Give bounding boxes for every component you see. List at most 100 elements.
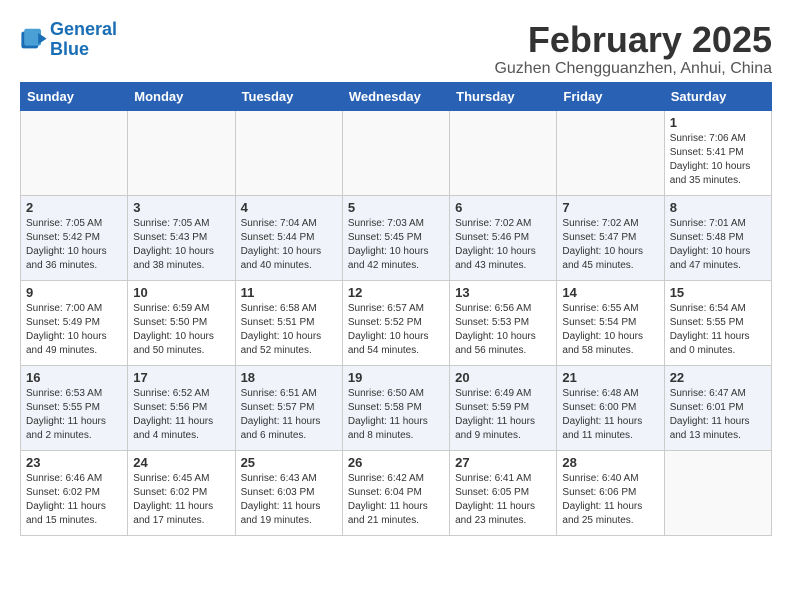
day-number: 25 xyxy=(241,455,337,470)
day-number: 14 xyxy=(562,285,658,300)
day-cell xyxy=(235,110,342,195)
day-info: Sunrise: 6:56 AM Sunset: 5:53 PM Dayligh… xyxy=(455,302,551,358)
day-number: 21 xyxy=(562,370,658,385)
day-cell: 13 Sunrise: 6:56 AM Sunset: 5:53 PM Dayli… xyxy=(450,280,557,365)
day-info: Sunrise: 7:05 AM Sunset: 5:42 PM Dayligh… xyxy=(26,217,122,273)
day-cell: 25 Sunrise: 6:43 AM Sunset: 6:03 PM Dayli… xyxy=(235,450,342,535)
day-info: Sunrise: 7:00 AM Sunset: 5:49 PM Dayligh… xyxy=(26,302,122,358)
header: General Blue February 2025 Guzhen Chengg… xyxy=(20,20,772,78)
day-info: Sunrise: 7:01 AM Sunset: 5:48 PM Dayligh… xyxy=(670,217,766,273)
day-cell: 14 Sunrise: 6:55 AM Sunset: 5:54 PM Dayli… xyxy=(557,280,664,365)
day-number: 18 xyxy=(241,370,337,385)
day-cell xyxy=(450,110,557,195)
day-info: Sunrise: 7:04 AM Sunset: 5:44 PM Dayligh… xyxy=(241,217,337,273)
day-number: 17 xyxy=(133,370,229,385)
day-cell: 18 Sunrise: 6:51 AM Sunset: 5:57 PM Dayli… xyxy=(235,365,342,450)
day-info: Sunrise: 6:57 AM Sunset: 5:52 PM Dayligh… xyxy=(348,302,444,358)
week-row-3: 9Sunrise: 7:00 AM Sunset: 5:49 PM Daylig… xyxy=(21,280,772,365)
day-info: Sunrise: 6:48 AM Sunset: 6:00 PM Dayligh… xyxy=(562,387,658,443)
day-cell: 10 Sunrise: 6:59 AM Sunset: 5:50 PM Dayli… xyxy=(128,280,235,365)
day-number: 2 xyxy=(26,200,122,215)
day-number: 24 xyxy=(133,455,229,470)
day-info: Sunrise: 6:59 AM Sunset: 5:50 PM Dayligh… xyxy=(133,302,229,358)
title-area: February 2025 Guzhen Chengguanzhen, Anhu… xyxy=(494,20,772,78)
day-number: 28 xyxy=(562,455,658,470)
day-cell: 22 Sunrise: 6:47 AM Sunset: 6:01 PM Dayli… xyxy=(664,365,771,450)
day-number: 4 xyxy=(241,200,337,215)
day-number: 19 xyxy=(348,370,444,385)
col-header-thursday: Thursday xyxy=(450,82,557,110)
day-info: Sunrise: 6:41 AM Sunset: 6:05 PM Dayligh… xyxy=(455,472,551,528)
logo-icon xyxy=(20,26,48,54)
day-cell: 27 Sunrise: 6:41 AM Sunset: 6:05 PM Dayli… xyxy=(450,450,557,535)
day-info: Sunrise: 6:47 AM Sunset: 6:01 PM Dayligh… xyxy=(670,387,766,443)
col-header-saturday: Saturday xyxy=(664,82,771,110)
day-number: 6 xyxy=(455,200,551,215)
day-cell: 11Sunrise: 6:58 AM Sunset: 5:51 PM Dayli… xyxy=(235,280,342,365)
logo-blue: Blue xyxy=(50,39,89,59)
week-row-4: 16 Sunrise: 6:53 AM Sunset: 5:55 PM Dayli… xyxy=(21,365,772,450)
day-number: 10 xyxy=(133,285,229,300)
day-cell: 15Sunrise: 6:54 AM Sunset: 5:55 PM Dayli… xyxy=(664,280,771,365)
day-cell xyxy=(557,110,664,195)
day-cell: 26 Sunrise: 6:42 AM Sunset: 6:04 PM Dayli… xyxy=(342,450,449,535)
day-info: Sunrise: 7:02 AM Sunset: 5:46 PM Dayligh… xyxy=(455,217,551,273)
col-header-tuesday: Tuesday xyxy=(235,82,342,110)
day-cell: 17 Sunrise: 6:52 AM Sunset: 5:56 PM Dayli… xyxy=(128,365,235,450)
day-info: Sunrise: 6:43 AM Sunset: 6:03 PM Dayligh… xyxy=(241,472,337,528)
day-info: Sunrise: 6:45 AM Sunset: 6:02 PM Dayligh… xyxy=(133,472,229,528)
day-info: Sunrise: 7:05 AM Sunset: 5:43 PM Dayligh… xyxy=(133,217,229,273)
day-cell: 6 Sunrise: 7:02 AM Sunset: 5:46 PM Daylig… xyxy=(450,195,557,280)
calendar-subtitle: Guzhen Chengguanzhen, Anhui, China xyxy=(494,60,772,78)
day-cell: 2 Sunrise: 7:05 AM Sunset: 5:42 PM Daylig… xyxy=(21,195,128,280)
col-header-monday: Monday xyxy=(128,82,235,110)
day-cell: 9Sunrise: 7:00 AM Sunset: 5:49 PM Daylig… xyxy=(21,280,128,365)
day-number: 27 xyxy=(455,455,551,470)
col-header-wednesday: Wednesday xyxy=(342,82,449,110)
day-cell: 21 Sunrise: 6:48 AM Sunset: 6:00 PM Dayli… xyxy=(557,365,664,450)
day-number: 8 xyxy=(670,200,766,215)
day-number: 23 xyxy=(26,455,122,470)
week-row-5: 23 Sunrise: 6:46 AM Sunset: 6:02 PM Dayli… xyxy=(21,450,772,535)
day-info: Sunrise: 7:02 AM Sunset: 5:47 PM Dayligh… xyxy=(562,217,658,273)
calendar-title: February 2025 xyxy=(494,20,772,60)
day-info: Sunrise: 6:46 AM Sunset: 6:02 PM Dayligh… xyxy=(26,472,122,528)
calendar-table: SundayMondayTuesdayWednesdayThursdayFrid… xyxy=(20,82,772,536)
day-info: Sunrise: 6:40 AM Sunset: 6:06 PM Dayligh… xyxy=(562,472,658,528)
day-cell: 8 Sunrise: 7:01 AM Sunset: 5:48 PM Daylig… xyxy=(664,195,771,280)
day-info: Sunrise: 6:54 AM Sunset: 5:55 PM Dayligh… xyxy=(670,302,766,358)
day-cell: 4 Sunrise: 7:04 AM Sunset: 5:44 PM Daylig… xyxy=(235,195,342,280)
day-cell: 5Sunrise: 7:03 AM Sunset: 5:45 PM Daylig… xyxy=(342,195,449,280)
week-row-1: 1Sunrise: 7:06 AM Sunset: 5:41 PM Daylig… xyxy=(21,110,772,195)
week-row-2: 2 Sunrise: 7:05 AM Sunset: 5:42 PM Daylig… xyxy=(21,195,772,280)
col-header-sunday: Sunday xyxy=(21,82,128,110)
day-cell: 3 Sunrise: 7:05 AM Sunset: 5:43 PM Daylig… xyxy=(128,195,235,280)
day-info: Sunrise: 6:52 AM Sunset: 5:56 PM Dayligh… xyxy=(133,387,229,443)
day-number: 22 xyxy=(670,370,766,385)
day-info: Sunrise: 6:53 AM Sunset: 5:55 PM Dayligh… xyxy=(26,387,122,443)
day-number: 26 xyxy=(348,455,444,470)
day-info: Sunrise: 7:03 AM Sunset: 5:45 PM Dayligh… xyxy=(348,217,444,273)
day-number: 3 xyxy=(133,200,229,215)
day-number: 16 xyxy=(26,370,122,385)
day-info: Sunrise: 6:49 AM Sunset: 5:59 PM Dayligh… xyxy=(455,387,551,443)
day-cell: 23 Sunrise: 6:46 AM Sunset: 6:02 PM Dayli… xyxy=(21,450,128,535)
day-info: Sunrise: 6:50 AM Sunset: 5:58 PM Dayligh… xyxy=(348,387,444,443)
day-number: 1 xyxy=(670,115,766,130)
day-info: Sunrise: 6:55 AM Sunset: 5:54 PM Dayligh… xyxy=(562,302,658,358)
day-cell xyxy=(664,450,771,535)
day-cell: 24 Sunrise: 6:45 AM Sunset: 6:02 PM Dayli… xyxy=(128,450,235,535)
day-info: Sunrise: 6:42 AM Sunset: 6:04 PM Dayligh… xyxy=(348,472,444,528)
day-cell: 28 Sunrise: 6:40 AM Sunset: 6:06 PM Dayli… xyxy=(557,450,664,535)
day-cell: 19 Sunrise: 6:50 AM Sunset: 5:58 PM Dayli… xyxy=(342,365,449,450)
day-cell: 12Sunrise: 6:57 AM Sunset: 5:52 PM Dayli… xyxy=(342,280,449,365)
day-cell: 16 Sunrise: 6:53 AM Sunset: 5:55 PM Dayli… xyxy=(21,365,128,450)
day-info: Sunrise: 6:58 AM Sunset: 5:51 PM Dayligh… xyxy=(241,302,337,358)
day-cell xyxy=(128,110,235,195)
day-cell xyxy=(21,110,128,195)
day-cell xyxy=(342,110,449,195)
day-number: 7 xyxy=(562,200,658,215)
day-info: Sunrise: 6:51 AM Sunset: 5:57 PM Dayligh… xyxy=(241,387,337,443)
day-number: 13 xyxy=(455,285,551,300)
day-cell: 1Sunrise: 7:06 AM Sunset: 5:41 PM Daylig… xyxy=(664,110,771,195)
